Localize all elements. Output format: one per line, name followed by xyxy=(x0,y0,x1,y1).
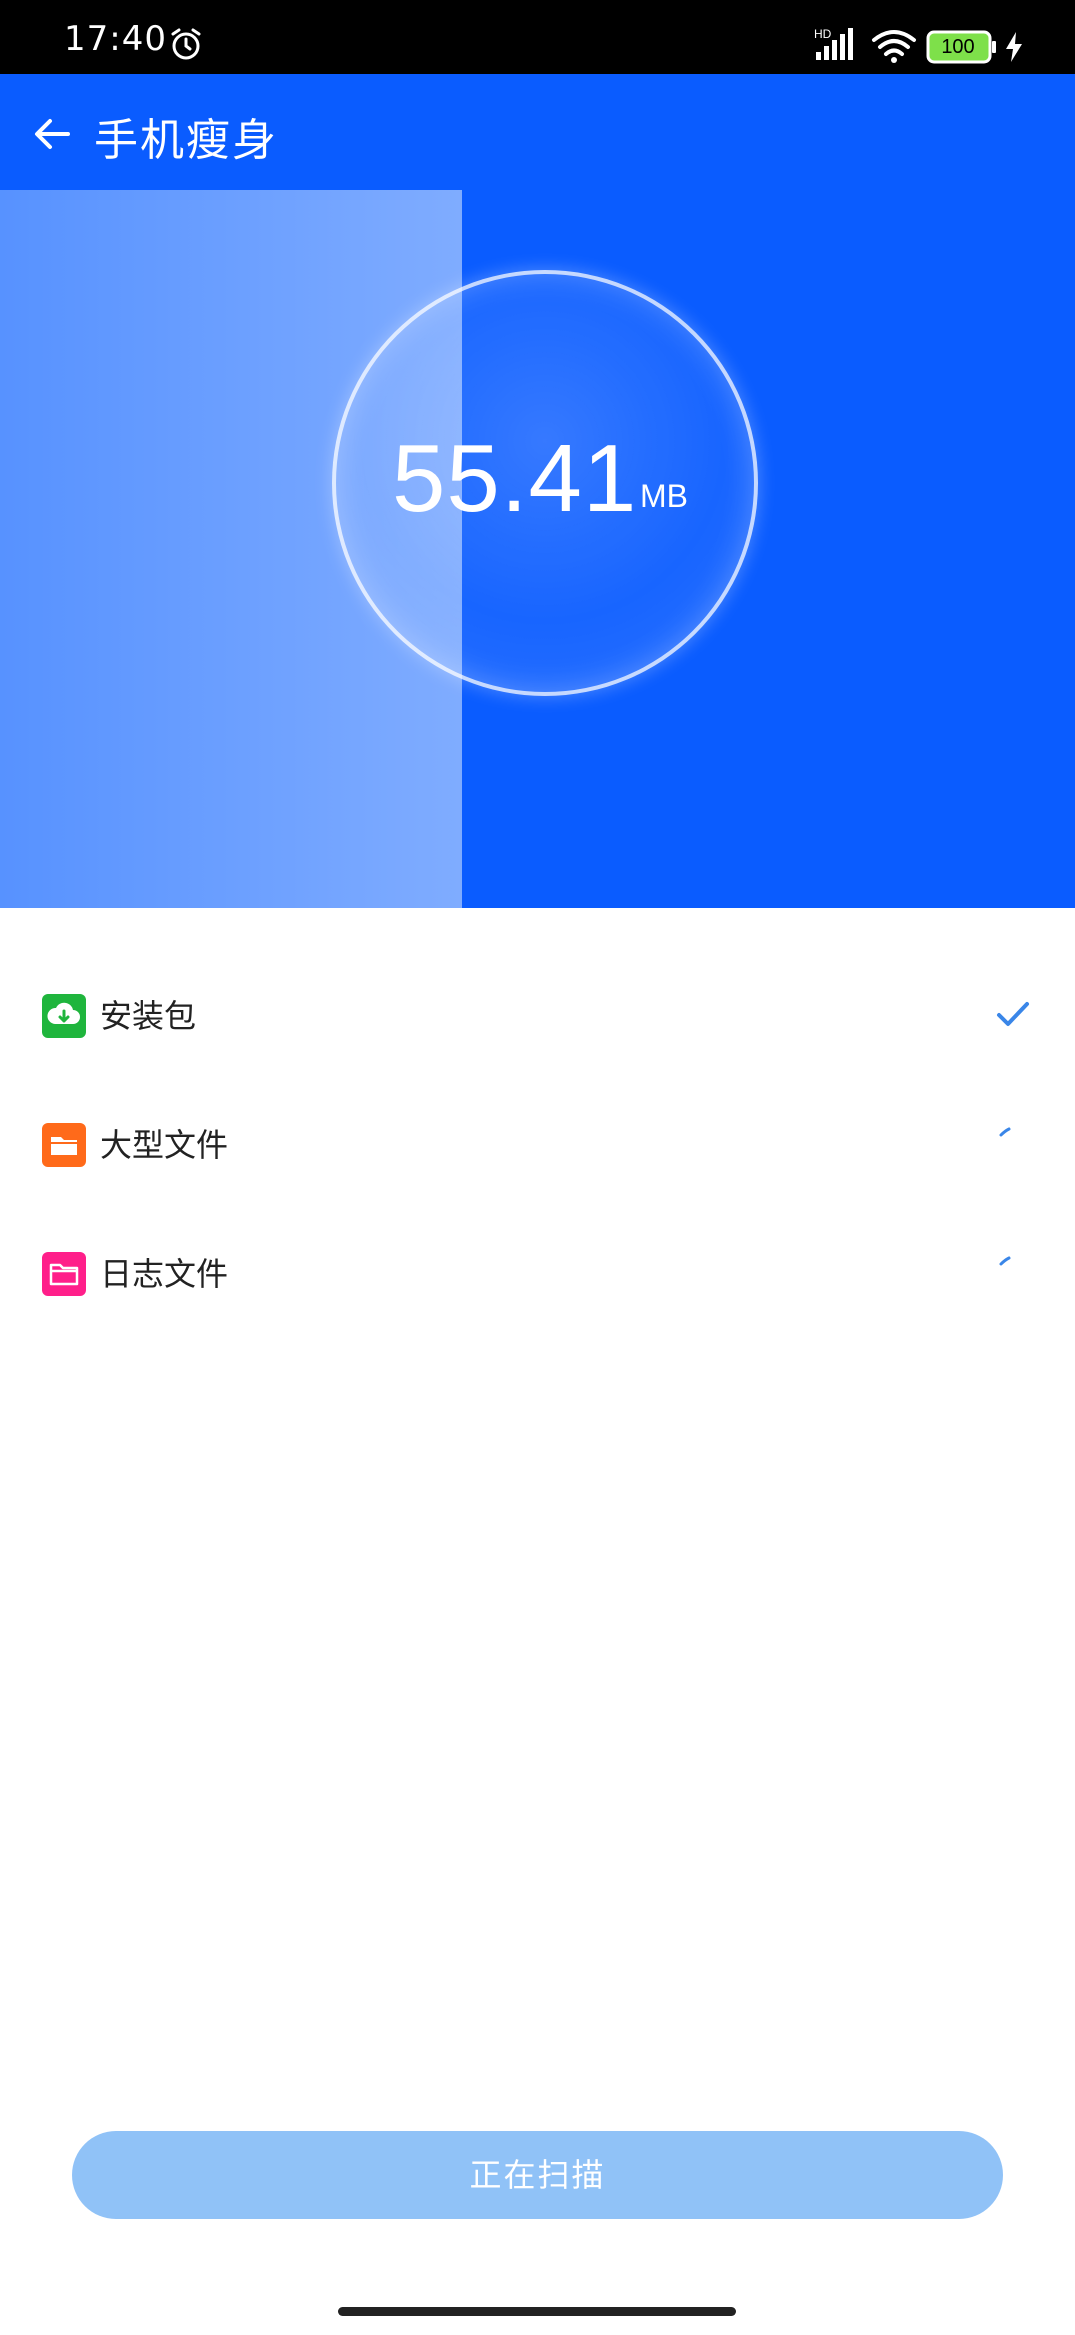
alarm-clock-icon xyxy=(171,28,201,60)
battery-icon: 100 xyxy=(926,30,998,64)
scan-gauge: 55.41 MB xyxy=(332,270,758,696)
category-item-large-files[interactable]: 大型文件 xyxy=(0,1089,1075,1218)
loading-spinner-icon xyxy=(999,1127,1011,1137)
scanned-size-value: 55.41 xyxy=(392,425,638,532)
category-item-log-files[interactable]: 日志文件 xyxy=(0,1218,1075,1347)
checkmark-icon xyxy=(997,1002,1029,1026)
charging-icon xyxy=(1006,32,1022,62)
cellular-signal-icon: HD xyxy=(814,27,853,60)
network-type-label: HD xyxy=(814,27,832,41)
arrow-left-icon[interactable] xyxy=(28,109,78,159)
category-item-apk[interactable]: 安装包 xyxy=(0,960,1075,1089)
scanning-button[interactable]: 正在扫描 xyxy=(72,2131,1003,2219)
scanned-size-unit: MB xyxy=(640,478,688,514)
scan-category-list: 安装包 大型文件 日志文件 xyxy=(0,960,1075,1347)
category-label: 安装包 xyxy=(100,997,197,1035)
scan-hero: 手机瘦身 55.41 MB xyxy=(0,74,1075,908)
page-title: 手机瘦身 xyxy=(94,115,278,166)
folder-outline-icon xyxy=(42,1252,86,1296)
status-time: 17:40 xyxy=(64,19,167,59)
status-bar: 17:40 HD 100 xyxy=(0,0,1075,74)
wifi-icon xyxy=(872,30,916,63)
category-label: 大型文件 xyxy=(100,1126,229,1164)
battery-level: 100 xyxy=(941,36,975,58)
category-label: 日志文件 xyxy=(100,1255,229,1293)
home-indicator[interactable] xyxy=(338,2307,736,2316)
loading-spinner-icon xyxy=(999,1256,1011,1266)
folder-icon xyxy=(42,1123,86,1167)
download-cloud-icon xyxy=(42,994,86,1038)
